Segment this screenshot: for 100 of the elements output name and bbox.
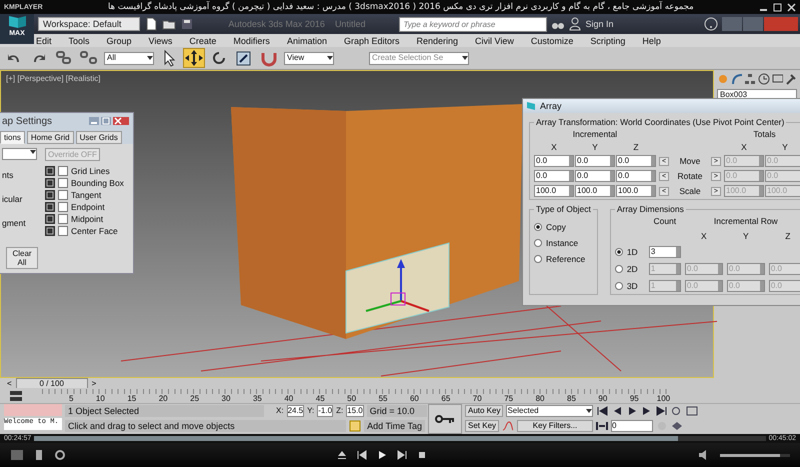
dialog-tab[interactable]: Home Grid: [26, 131, 74, 144]
zoom-icon[interactable]: [671, 406, 683, 416]
menu-item[interactable]: Edit: [36, 36, 52, 46]
dialog-tab[interactable]: User Grids: [76, 131, 122, 144]
spinner-field[interactable]: 100.0: [534, 185, 574, 197]
time-slider-thumb[interactable]: 0 / 100: [16, 378, 88, 388]
spinner-field[interactable]: 100.0: [575, 185, 615, 197]
menu-item[interactable]: Modifiers: [233, 36, 270, 46]
previous-icon[interactable]: [357, 450, 367, 460]
menu-item[interactable]: Group: [106, 36, 132, 46]
clear-all-button[interactable]: Clear All: [6, 247, 38, 269]
stop-icon[interactable]: [417, 450, 427, 460]
maxscript-input[interactable]: [4, 404, 62, 416]
playlist-icon[interactable]: [34, 449, 44, 461]
sign-in-link[interactable]: Sign In: [585, 19, 614, 29]
checkbox[interactable]: [58, 214, 68, 224]
menu-item[interactable]: Animation: [286, 36, 327, 46]
named-selection-dropdown[interactable]: Create Selection Se: [369, 52, 469, 64]
hammer-icon[interactable]: [785, 73, 798, 85]
selection-filter-dropdown[interactable]: All: [104, 52, 154, 64]
menu-item[interactable]: Customize: [530, 36, 574, 46]
save-icon[interactable]: [180, 17, 194, 31]
previous-frame-button[interactable]: <: [5, 378, 14, 388]
radio-button[interactable]: [534, 255, 542, 263]
track-bar[interactable]: 5 10 15 20 25 30 35 40 45 50 55 60 65 70 75 80 85 90 95 100: [42, 388, 670, 402]
reference-coordinate-dropdown[interactable]: View: [284, 52, 334, 64]
broken-link-icon[interactable]: [79, 49, 99, 67]
go-to-end-icon[interactable]: [656, 406, 668, 416]
menu-item[interactable]: Civil View: [475, 36, 514, 46]
prompt-text: Click and drag to select and move objects: [65, 420, 346, 432]
eject-icon[interactable]: [337, 450, 347, 460]
set-key-button[interactable]: Set Key: [465, 420, 500, 432]
set-keys-button[interactable]: [428, 404, 462, 434]
key-mode-icon[interactable]: [596, 420, 608, 430]
maximize-icon[interactable]: [773, 2, 782, 12]
radio-button[interactable]: [534, 239, 542, 247]
axis-label: Y: [742, 231, 750, 241]
checkbox[interactable]: [58, 166, 68, 176]
3d-mode-icon[interactable]: [10, 449, 24, 461]
help-icon[interactable]: [704, 17, 718, 31]
z-coordinate-field[interactable]: 15.0: [346, 404, 364, 416]
spinner-field[interactable]: 0.0: [534, 155, 574, 167]
zoom-all-icon[interactable]: [686, 406, 698, 416]
auto-key-button[interactable]: Auto Key: [465, 404, 504, 416]
curve-icon[interactable]: [730, 73, 742, 85]
spinner-field[interactable]: 100.0: [616, 185, 656, 197]
hierarchy-icon[interactable]: [744, 73, 756, 85]
settings-icon[interactable]: [54, 449, 66, 461]
snap-type-dropdown[interactable]: [2, 148, 37, 160]
dialog-tab[interactable]: tions: [0, 131, 25, 144]
spinner-field[interactable]: 0.0: [616, 155, 656, 167]
checkbox-label: Grid Lines: [71, 166, 110, 176]
radio-button[interactable]: [614, 265, 623, 273]
clock-icon[interactable]: [758, 73, 770, 85]
chain-link-icon[interactable]: [54, 49, 74, 67]
menu-item[interactable]: Help: [642, 36, 661, 46]
checkbox[interactable]: [58, 202, 68, 212]
radio-button[interactable]: [534, 223, 542, 231]
person-icon[interactable]: [569, 17, 582, 31]
y-coordinate-field[interactable]: -1.0: [317, 404, 334, 416]
cube-logo-icon: [6, 14, 28, 30]
play-icon[interactable]: [626, 406, 638, 416]
key-filters-button[interactable]: Key Filters...: [517, 420, 593, 432]
new-file-icon[interactable]: [144, 17, 158, 31]
workspace-dropdown[interactable]: Workspace: Default: [38, 17, 140, 31]
go-to-start-icon[interactable]: [596, 406, 608, 416]
menu-item[interactable]: Views: [148, 36, 172, 46]
menu-item[interactable]: Rendering: [416, 36, 458, 46]
x-coordinate-field[interactable]: 24.5: [286, 404, 304, 416]
dialog-title: ap Settings: [2, 116, 52, 126]
menu-item[interactable]: Create: [189, 36, 216, 46]
add-time-tag[interactable]: Add Time Tag: [364, 420, 425, 432]
spinner-field[interactable]: 0.0: [575, 170, 615, 182]
checkbox[interactable]: [58, 190, 68, 200]
move-arrows-icon[interactable]: [184, 49, 204, 67]
spinner-field[interactable]: 3: [648, 246, 681, 258]
checkbox[interactable]: [58, 226, 68, 236]
close-icon[interactable]: [787, 2, 796, 12]
next-frame-button[interactable]: >: [90, 378, 98, 388]
grid-size: Grid = 10.0: [366, 404, 427, 416]
viewport-label[interactable]: [+] [Perspective] [Realistic]: [6, 74, 100, 83]
current-frame-field[interactable]: 0: [611, 420, 653, 432]
search-field[interactable]: Type a keyword or phrase: [399, 16, 548, 32]
key-mode-dropdown[interactable]: Selected: [506, 404, 593, 416]
timeline-filter-icon[interactable]: [8, 390, 24, 402]
curve-icon[interactable]: [502, 420, 514, 432]
menu-item[interactable]: Graph Editors: [344, 36, 400, 46]
spinner-field[interactable]: 0.0: [616, 170, 656, 182]
radio-button[interactable]: [614, 282, 623, 290]
radio-label: 2D: [626, 264, 638, 274]
orbit-icon[interactable]: [671, 420, 683, 430]
radio-button[interactable]: [614, 248, 623, 256]
checkbox[interactable]: [58, 178, 68, 188]
monitor-icon[interactable]: [772, 73, 784, 85]
menu-item[interactable]: Scripting: [590, 36, 626, 46]
next-icon[interactable]: [397, 450, 407, 460]
menu-item[interactable]: Tools: [68, 36, 90, 46]
play-icon[interactable]: [377, 450, 387, 460]
spinner-field[interactable]: 0.0: [534, 170, 574, 182]
spinner-field[interactable]: 0.0: [575, 155, 615, 167]
